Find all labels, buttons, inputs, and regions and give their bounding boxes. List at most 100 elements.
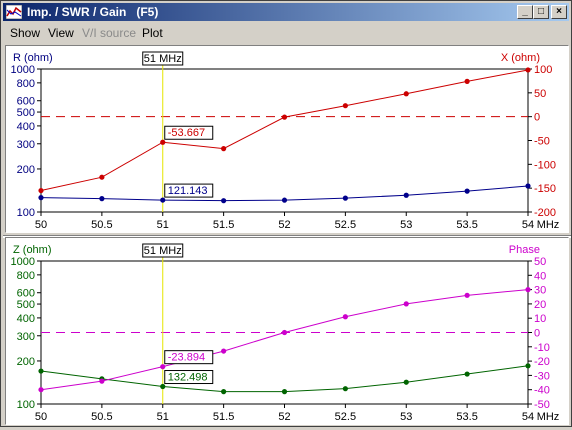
right-tick-label: 0 (534, 112, 540, 124)
menu-plot[interactable]: Plot (142, 26, 163, 40)
data-point (221, 389, 227, 395)
data-point (221, 198, 227, 204)
x-tick-label: 52.5 (335, 219, 356, 231)
left-tick-label: 600 (17, 96, 35, 108)
x-tick-label: 50 (35, 219, 47, 231)
right-tick-label: -50 (534, 136, 550, 148)
x-tick-label: 51 (157, 219, 169, 231)
data-point (99, 174, 105, 180)
close-button[interactable]: × (551, 5, 567, 19)
x-tick-label: 52.5 (335, 411, 356, 423)
data-point (160, 197, 166, 203)
data-point (99, 196, 105, 202)
data-point (281, 197, 288, 203)
chart-svg: R (ohm) X (ohm)1002003004005006008001000 1… (11, 51, 560, 231)
chart-svg: Z (ohm) Phase1002003004005006008001000 504… (11, 243, 559, 423)
window-title: Imp. / SWR / Gain (F5) (27, 5, 159, 19)
x-tick-label: 51.5 (213, 219, 234, 231)
left-tick-label: 400 (17, 121, 35, 133)
right-tick-label: -150 (534, 183, 556, 195)
left-axis-label: Z (ohm) (13, 244, 52, 256)
title-bar[interactable]: Imp. / SWR / Gain (F5) _ □ × (3, 3, 569, 21)
left-tick-label: 1000 (11, 256, 35, 268)
right-tick-label: -200 (534, 207, 556, 219)
left-tick-label: 100 (17, 399, 35, 411)
data-point (403, 379, 409, 385)
impedance-chart[interactable]: R (ohm) X (ohm) 100 200 300 400 500 600 800 1000 1… (1, 45, 572, 235)
right-tick-label: -40 (534, 385, 550, 397)
right-tick-label: 50 (534, 256, 546, 268)
data-point (38, 195, 44, 201)
data-point (160, 383, 166, 390)
frequency-marker-label: 51 MHz (144, 53, 182, 65)
data-point (464, 292, 470, 298)
z-phase-chart[interactable]: Z (ohm) Phase 100 200 300 400 500 600 800 1000 50 4… (1, 237, 572, 427)
readout-value: -53.667 (168, 127, 205, 139)
x-tick-label: 51 (157, 411, 169, 423)
x-tick-label: 53.5 (456, 219, 477, 231)
data-point (221, 146, 227, 152)
data-point (281, 329, 288, 336)
readout-value: 132.498 (168, 372, 208, 384)
data-point (342, 314, 348, 320)
menu-view[interactable]: View (48, 26, 74, 40)
left-tick-label: 400 (17, 313, 35, 325)
right-tick-label: 100 (534, 64, 552, 76)
chart-app-icon (6, 5, 22, 19)
data-point (525, 287, 531, 293)
x-tick-label: 51.5 (213, 411, 234, 423)
data-point (38, 387, 44, 393)
menu-bar: Show View V/I source Plot (3, 23, 569, 43)
data-point (464, 78, 470, 84)
data-point (525, 67, 531, 73)
data-point (160, 139, 166, 145)
left-tick-label: 200 (17, 164, 35, 176)
data-point (281, 114, 288, 120)
x-tick-label: 54 (522, 411, 534, 423)
x-tick-label: 53 (400, 219, 412, 231)
maximize-button[interactable]: □ (533, 5, 549, 19)
left-tick-label: 200 (17, 356, 35, 368)
right-tick-label: 30 (534, 285, 546, 297)
window: Imp. / SWR / Gain (F5) _ □ × Show View V… (0, 0, 572, 427)
data-point (281, 389, 288, 395)
right-tick-label: -30 (534, 370, 550, 382)
menu-show[interactable]: Show (10, 26, 40, 40)
right-tick-label: -50 (534, 399, 550, 411)
x-tick-label: 53 (400, 411, 412, 423)
data-point (525, 183, 531, 189)
left-axis-label: R (ohm) (13, 52, 53, 64)
left-tick-label: 600 (17, 288, 35, 300)
left-tick-label: 500 (17, 107, 35, 119)
plot-frame (40, 68, 529, 213)
data-point (403, 91, 409, 97)
data-point (38, 187, 44, 194)
data-point (38, 368, 44, 374)
right-axis-label: X (ohm) (501, 52, 540, 64)
right-axis-label: Phase (509, 244, 540, 256)
left-tick-label: 800 (17, 78, 35, 90)
x-tick-label: 52 (278, 219, 290, 231)
data-point (464, 371, 470, 377)
left-tick-label: 500 (17, 299, 35, 311)
series-line-1 (40, 289, 529, 391)
x-tick-label: 50.5 (91, 411, 112, 423)
data-point (464, 188, 470, 194)
right-tick-label: -100 (534, 159, 556, 171)
data-point (160, 364, 166, 370)
right-tick-label: 10 (534, 313, 546, 325)
x-unit-label: MHz (537, 219, 560, 231)
left-tick-label: 1000 (11, 64, 35, 76)
menu-vi-source[interactable]: V/I source (82, 26, 136, 40)
series-line-1 (40, 69, 529, 192)
left-tick-label: 800 (17, 270, 35, 282)
x-tick-label: 54 (522, 219, 534, 231)
right-tick-label: 20 (534, 299, 546, 311)
minimize-button[interactable]: _ (517, 5, 533, 19)
data-point (525, 363, 531, 369)
data-point (99, 378, 105, 384)
data-point (342, 386, 348, 392)
readout-value: 121.143 (168, 185, 208, 197)
data-point (342, 195, 348, 201)
data-point (403, 192, 409, 198)
